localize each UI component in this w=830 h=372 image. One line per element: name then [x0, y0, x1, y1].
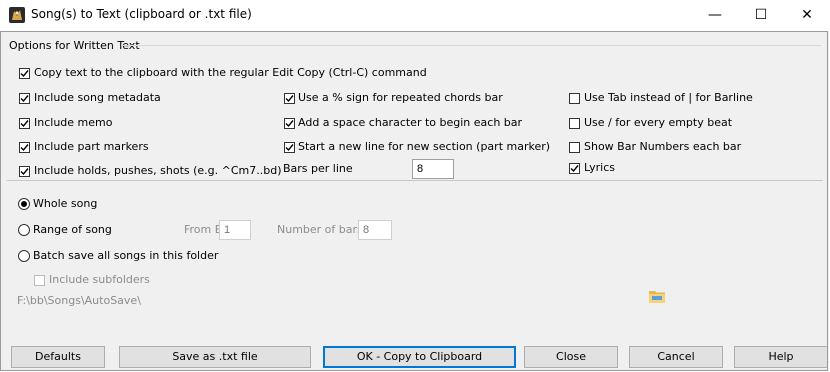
minimize-button[interactable]: —	[692, 0, 738, 30]
new-line-section-checkbox[interactable]	[284, 142, 295, 153]
whole-song-label: Whole song	[33, 197, 98, 210]
check-icon	[20, 144, 29, 152]
ok-copy-button[interactable]: OK - Copy to Clipboard	[323, 346, 516, 368]
copy-clipboard-checkbox[interactable]	[19, 68, 30, 79]
check-icon	[285, 144, 294, 152]
lyrics-label: Lyrics	[584, 161, 615, 174]
slash-empty-beat-checkbox[interactable]	[569, 118, 580, 129]
include-part-markers-label: Include part markers	[34, 140, 149, 153]
include-memo-checkbox[interactable]	[19, 118, 30, 129]
title-bar: Song(s) to Text (clipboard or .txt file)…	[0, 0, 830, 30]
check-icon	[20, 95, 29, 103]
whole-song-radio[interactable]	[18, 198, 30, 210]
help-button[interactable]: Help	[734, 346, 828, 368]
include-subfolders-checkbox[interactable]	[34, 275, 45, 286]
group-divider	[121, 45, 821, 46]
close-button[interactable]: Close	[524, 346, 618, 368]
check-icon	[285, 95, 294, 103]
maximize-button[interactable]: ☐	[738, 0, 784, 30]
defaults-button[interactable]: Defaults	[11, 346, 105, 368]
bars-per-line-input[interactable]	[412, 159, 454, 179]
range-of-song-radio[interactable]	[18, 224, 30, 236]
check-icon	[285, 120, 294, 128]
dialog-body: Options for Written Text Copy text to th…	[1, 31, 829, 371]
show-bar-numbers-label: Show Bar Numbers each bar	[584, 140, 742, 153]
copy-clipboard-label: Copy text to the clipboard with the regu…	[34, 66, 427, 79]
check-icon	[20, 120, 29, 128]
include-metadata-checkbox[interactable]	[19, 93, 30, 104]
section-divider	[7, 180, 823, 181]
percent-sign-checkbox[interactable]	[284, 93, 295, 104]
number-of-bars-label: Number of bars	[277, 223, 363, 236]
use-tab-checkbox[interactable]	[569, 93, 580, 104]
use-tab-label: Use Tab instead of | for Barline	[584, 91, 753, 104]
lyrics-checkbox[interactable]	[569, 163, 580, 174]
include-part-markers-checkbox[interactable]	[19, 142, 30, 153]
bars-per-line-label: Bars per line	[283, 162, 353, 175]
check-icon	[20, 70, 29, 78]
space-character-label: Add a space character to begin each bar	[298, 116, 523, 129]
batch-save-radio[interactable]	[18, 250, 30, 262]
folder-icon[interactable]	[649, 289, 665, 303]
cancel-button[interactable]: Cancel	[629, 346, 723, 368]
include-holds-checkbox[interactable]	[19, 166, 30, 177]
batch-save-label: Batch save all songs in this folder	[33, 249, 219, 262]
app-icon	[9, 7, 25, 23]
percent-sign-label: Use a % sign for repeated chords bar	[298, 91, 503, 104]
close-window-button[interactable]: ✕	[784, 0, 830, 30]
from-bar-input[interactable]	[219, 220, 251, 240]
radio-dot	[21, 201, 27, 207]
folder-path: F:\bb\Songs\AutoSave\	[17, 294, 141, 307]
include-holds-label: Include holds, pushes, shots (e.g. ^Cm7.…	[34, 164, 282, 177]
slash-empty-beat-label: Use / for every empty beat	[584, 116, 733, 129]
include-subfolders-label: Include subfolders	[49, 273, 150, 286]
number-of-bars-input[interactable]	[358, 220, 392, 240]
include-metadata-label: Include song metadata	[34, 91, 161, 104]
include-memo-label: Include memo	[34, 116, 113, 129]
show-bar-numbers-checkbox[interactable]	[569, 142, 580, 153]
check-icon	[570, 165, 579, 173]
check-icon	[20, 168, 29, 176]
range-of-song-label: Range of song	[33, 223, 112, 236]
window-title: Song(s) to Text (clipboard or .txt file)	[31, 7, 252, 21]
save-txt-button[interactable]: Save as .txt file	[119, 346, 311, 368]
new-line-section-label: Start a new line for new section (part m…	[298, 140, 551, 153]
space-character-checkbox[interactable]	[284, 118, 295, 129]
